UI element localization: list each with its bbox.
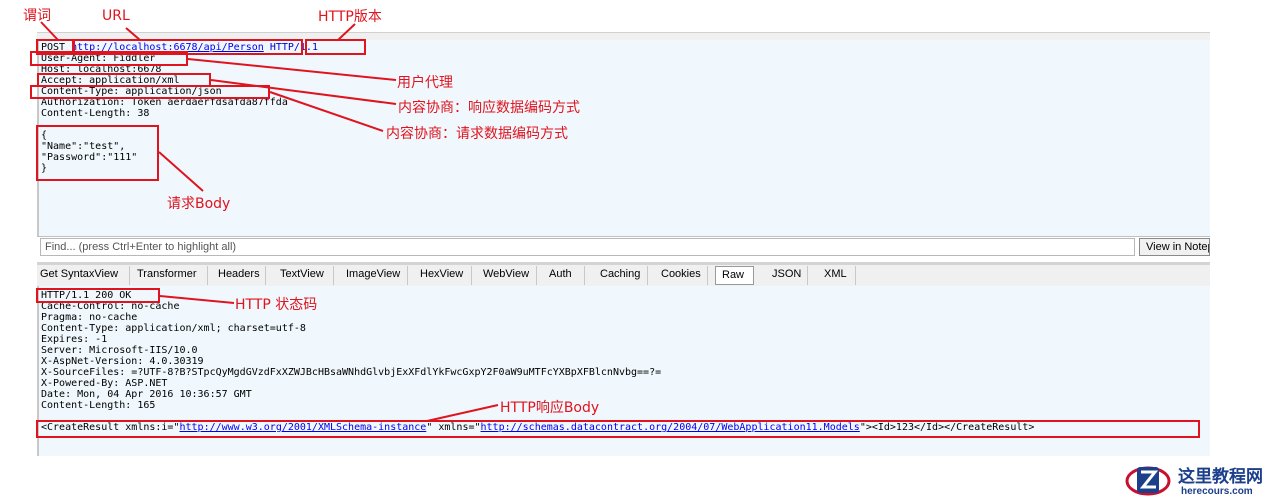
line-request-body <box>158 151 204 192</box>
annotation-lines <box>40 21 499 422</box>
line-version <box>337 23 356 41</box>
line-user-agent <box>187 58 397 81</box>
site-logo-icon <box>1125 461 1171 499</box>
site-logo-domain: herecours.com <box>1181 486 1253 497</box>
annotation-status-code: HTTP 状态码 <box>235 297 318 313</box>
line-accept <box>210 79 397 105</box>
line-response-body <box>426 404 499 422</box>
annotation-accept: 内容协商：响应数据编码方式 <box>398 100 580 116</box>
line-content-type <box>269 91 384 132</box>
annotation-user-agent: 用户代理 <box>397 75 453 91</box>
annotation-verb: 谓词 <box>23 8 51 24</box>
annotation-request-body: 请求Body <box>167 196 231 212</box>
annotation-response-body: HTTP响应Body <box>500 400 600 416</box>
annotation-http-version: HTTP版本 <box>318 9 382 25</box>
line-url <box>125 27 141 41</box>
site-logo-title: 这里教程网 <box>1178 467 1263 487</box>
annotation-content-type: 内容协商：请求数据编码方式 <box>386 126 568 142</box>
line-status <box>159 295 235 304</box>
annotation-url: URL <box>102 8 130 24</box>
